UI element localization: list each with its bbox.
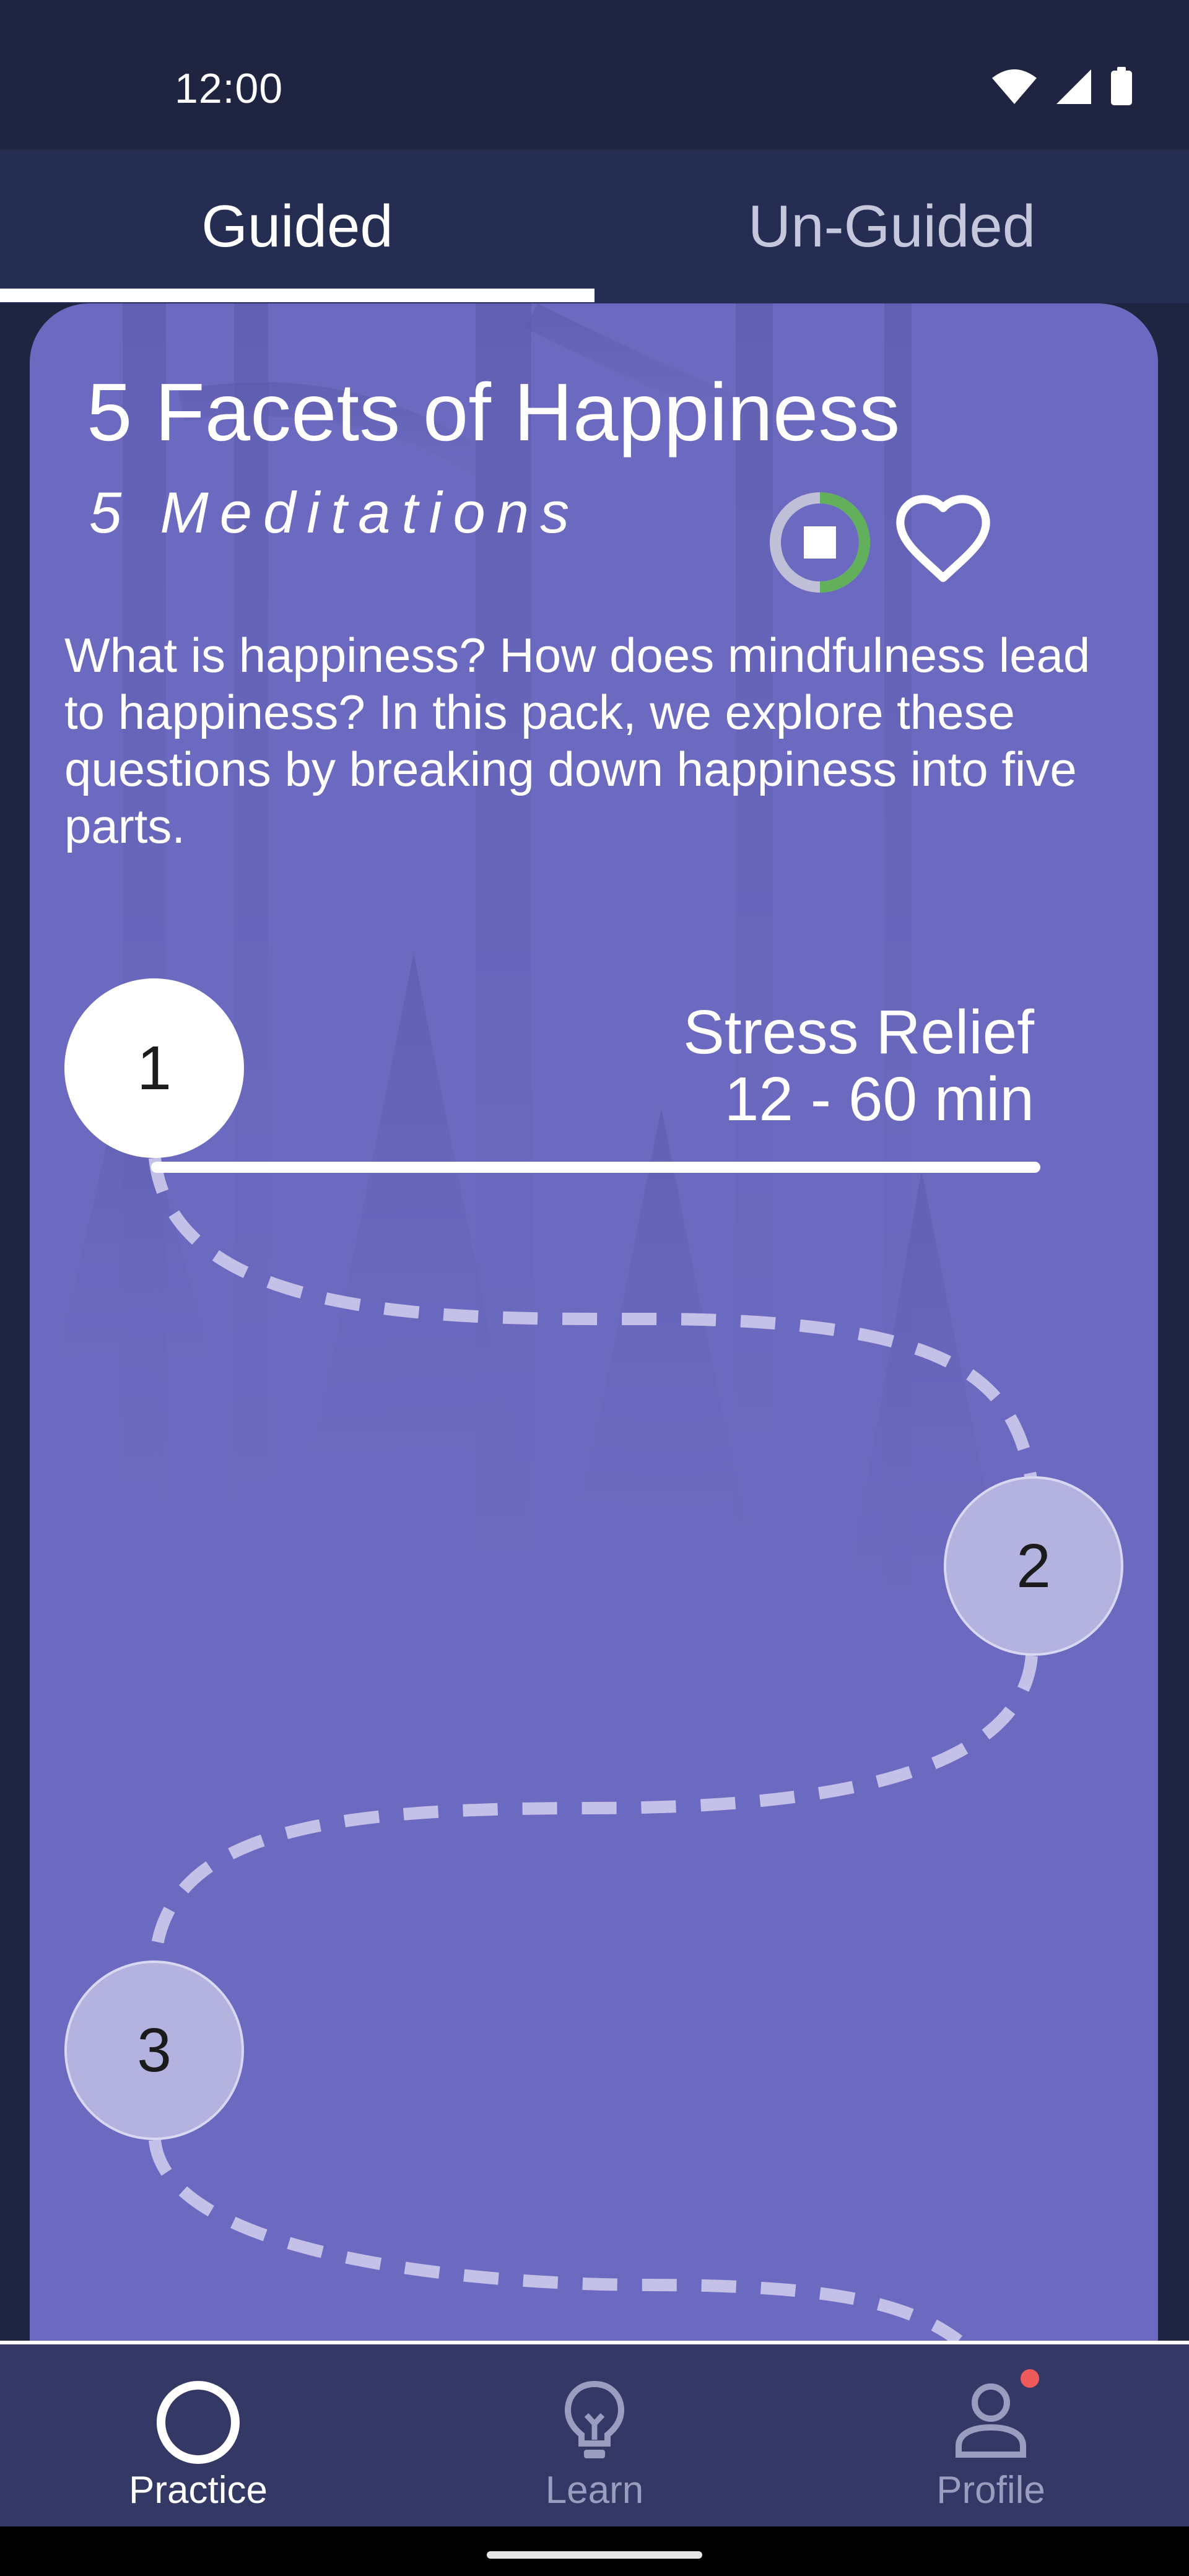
- status-bar: 12:00: [0, 0, 1189, 150]
- nav-profile[interactable]: Profile: [793, 2344, 1189, 2526]
- pack-subtitle: 5 Meditations: [89, 480, 581, 545]
- notification-badge: [1021, 2369, 1039, 2388]
- gesture-bar[interactable]: [487, 2551, 702, 2559]
- nav-practice[interactable]: Practice: [0, 2344, 396, 2526]
- step-title[interactable]: Stress Relief: [683, 997, 1034, 1068]
- nav-label-practice: Practice: [129, 2469, 268, 2512]
- progress-stop-icon[interactable]: [764, 487, 876, 598]
- battery-icon: [1111, 67, 1132, 105]
- person-icon: [956, 2383, 1026, 2458]
- status-time: 12:00: [175, 65, 284, 112]
- pack-card[interactable]: 5 Facets of Happiness 5 Meditations What…: [30, 303, 1158, 2347]
- tab-unguided[interactable]: Un-Guided: [594, 150, 1189, 303]
- lightbulb-icon: [564, 2380, 625, 2458]
- tab-bar: Guided Un-Guided: [0, 150, 1189, 303]
- wifi-icon: [992, 69, 1037, 104]
- bottom-nav: Practice Learn Profile: [0, 2341, 1189, 2526]
- step-node-1[interactable]: 1: [64, 978, 244, 1158]
- tab-guided[interactable]: Guided: [0, 150, 594, 303]
- step-underline: [151, 1162, 1040, 1173]
- step-node-2[interactable]: 2: [944, 1476, 1123, 1656]
- nav-label-learn: Learn: [545, 2469, 644, 2512]
- pack-title: 5 Facets of Happiness: [87, 367, 900, 458]
- step-duration: 12 - 60 min: [724, 1064, 1034, 1134]
- pack-description: What is happiness? How does mindfulness …: [64, 628, 1091, 853]
- tab-indicator: [0, 289, 594, 302]
- status-icons: [991, 67, 1133, 107]
- nav-learn[interactable]: Learn: [396, 2344, 793, 2526]
- signal-icon: [1056, 69, 1091, 104]
- nav-label-profile: Profile: [936, 2469, 1045, 2512]
- heart-icon[interactable]: [892, 488, 995, 591]
- circle-icon: [157, 2381, 240, 2464]
- step-node-3[interactable]: 3: [64, 1960, 244, 2140]
